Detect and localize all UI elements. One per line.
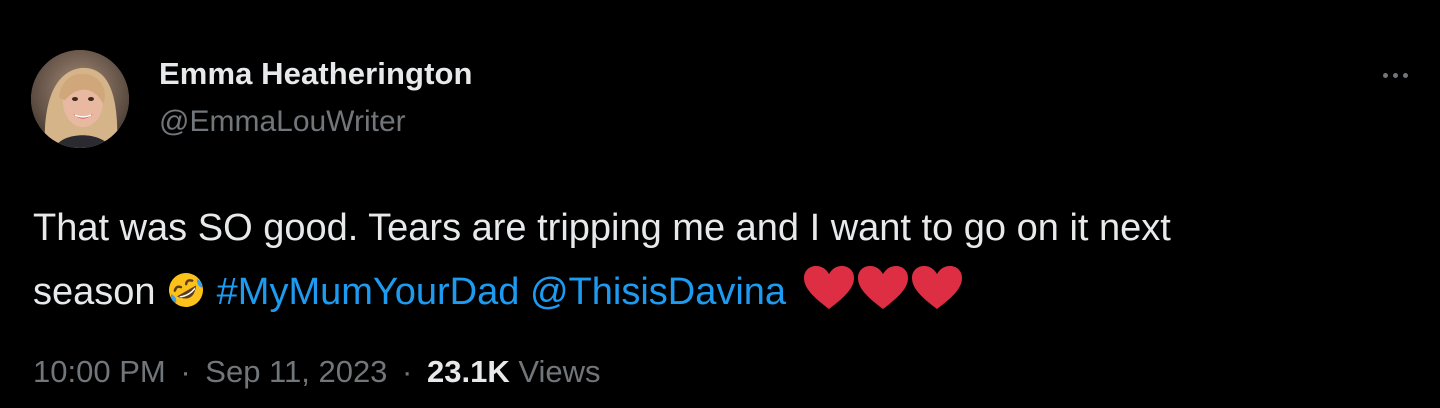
hearts-group bbox=[803, 265, 963, 311]
tweet-text-line-2: season #MyMumYourDad @ThisisDavina bbox=[33, 260, 1373, 324]
more-dot-icon bbox=[1402, 72, 1408, 78]
mention-link[interactable]: @ThisisDavina bbox=[530, 271, 786, 313]
more-dot-icon bbox=[1382, 72, 1388, 78]
red-heart-icon bbox=[911, 266, 962, 309]
user-handle[interactable]: @EmmaLouWriter bbox=[159, 105, 406, 139]
tweet-text-season: season bbox=[33, 271, 156, 313]
red-heart-icon bbox=[803, 266, 854, 309]
meta-separator: · bbox=[180, 354, 191, 389]
display-name[interactable]: Emma Heatherington bbox=[159, 56, 473, 92]
views-count[interactable]: 23.1K bbox=[427, 354, 510, 389]
tweet-date[interactable]: Sep 11, 2023 bbox=[205, 354, 387, 389]
tweet-card: Emma Heatherington @EmmaLouWriter That w… bbox=[0, 0, 1440, 408]
hashtag-link[interactable]: #MyMumYourDad bbox=[217, 271, 520, 313]
more-dot-icon bbox=[1392, 72, 1398, 78]
avatar[interactable] bbox=[31, 50, 129, 148]
rolling-on-floor-laughing-icon bbox=[166, 270, 206, 310]
tweet-time[interactable]: 10:00 PM bbox=[33, 354, 166, 389]
tweet-metadata: 10:00 PM · Sep 11, 2023 · 23.1K Views bbox=[33, 354, 601, 390]
meta-separator: · bbox=[402, 354, 413, 389]
avatar-image bbox=[31, 50, 129, 148]
tweet-text: That was SO good. Tears are tripping me … bbox=[33, 196, 1373, 324]
red-heart-icon bbox=[857, 266, 908, 309]
tweet-text-line-1: That was SO good. Tears are tripping me … bbox=[33, 207, 1171, 249]
views-label[interactable]: Views bbox=[518, 354, 600, 389]
more-options-button[interactable] bbox=[1374, 60, 1416, 90]
